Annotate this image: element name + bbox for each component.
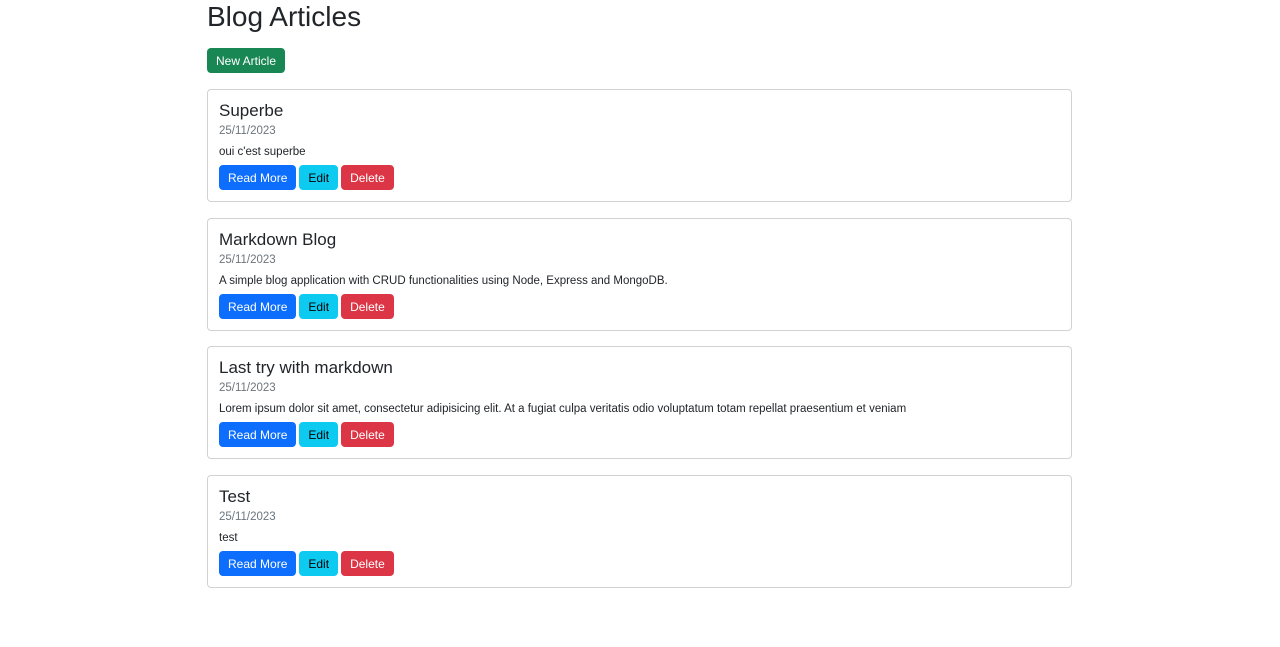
read-more-button[interactable]: Read More xyxy=(219,422,297,447)
edit-button[interactable]: Edit xyxy=(299,165,339,190)
article-description: A simple blog application with CRUD func… xyxy=(219,275,668,287)
new-article-button[interactable]: New Article xyxy=(207,48,286,73)
article-card: Test 25/11/2023 test Read More Edit Dele… xyxy=(207,475,1072,588)
read-more-button[interactable]: Read More xyxy=(219,551,297,576)
read-more-button[interactable]: Read More xyxy=(219,294,297,319)
article-date: 25/11/2023 xyxy=(219,382,276,394)
delete-button[interactable]: Delete xyxy=(341,422,394,447)
article-card: Markdown Blog 25/11/2023 A simple blog a… xyxy=(207,218,1072,331)
article-title: Superbe xyxy=(219,101,284,120)
article-actions: Read More Edit Delete xyxy=(219,551,394,576)
article-date: 25/11/2023 xyxy=(219,125,276,137)
article-description: oui c'est superbe xyxy=(219,146,306,158)
article-actions: Read More Edit Delete xyxy=(219,165,394,190)
article-title: Last try with markdown xyxy=(219,358,393,377)
delete-button[interactable]: Delete xyxy=(341,294,394,319)
edit-button[interactable]: Edit xyxy=(299,294,339,319)
article-title: Test xyxy=(219,487,251,506)
edit-button[interactable]: Edit xyxy=(299,551,339,576)
article-card: Last try with markdown 25/11/2023 Lorem … xyxy=(207,346,1072,459)
article-card: Superbe 25/11/2023 oui c'est superbe Rea… xyxy=(207,89,1072,202)
article-date: 25/11/2023 xyxy=(219,254,276,266)
edit-button[interactable]: Edit xyxy=(299,422,339,447)
article-actions: Read More Edit Delete xyxy=(219,294,394,319)
read-more-button[interactable]: Read More xyxy=(219,165,297,190)
article-title: Markdown Blog xyxy=(219,230,337,249)
article-actions: Read More Edit Delete xyxy=(219,422,394,447)
article-description: Lorem ipsum dolor sit amet, consectetur … xyxy=(219,403,907,415)
page-title: Blog Articles xyxy=(207,1,362,32)
article-description: test xyxy=(219,532,238,544)
article-date: 25/11/2023 xyxy=(219,511,276,523)
delete-button[interactable]: Delete xyxy=(341,551,394,576)
delete-button[interactable]: Delete xyxy=(341,165,394,190)
